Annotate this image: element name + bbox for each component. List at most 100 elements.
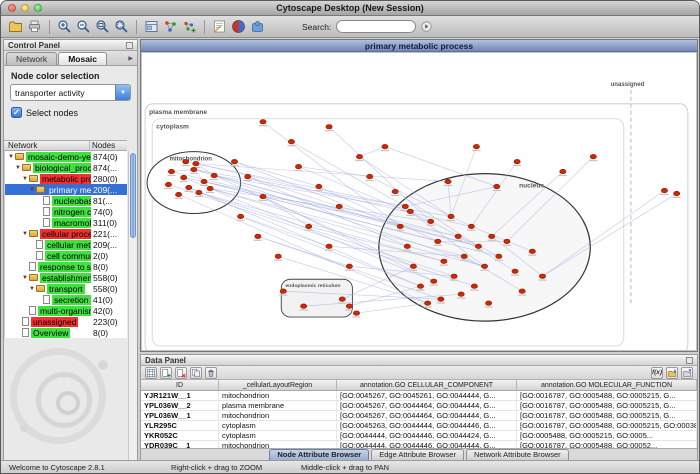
- network-node[interactable]: [458, 292, 464, 297]
- network-node[interactable]: [424, 301, 430, 306]
- network-node[interactable]: [514, 159, 520, 164]
- network-node[interactable]: [336, 204, 342, 209]
- tree-expander-icon[interactable]: ▼: [7, 154, 15, 160]
- network-node[interactable]: [231, 159, 237, 164]
- network-node[interactable]: [448, 214, 454, 219]
- network-node[interactable]: [260, 194, 266, 199]
- network-node[interactable]: [326, 244, 332, 249]
- network-node[interactable]: [539, 274, 545, 279]
- table-row[interactable]: YKR052Ccytoplasm[GO:0044444, GO:0044446,…: [141, 431, 697, 441]
- tree-scrollbar[interactable]: [128, 151, 137, 460]
- network-node[interactable]: [165, 182, 171, 187]
- network-node[interactable]: [346, 304, 352, 309]
- tree-expander-icon[interactable]: ▼: [21, 231, 29, 237]
- network-node[interactable]: [367, 174, 373, 179]
- window-titlebar[interactable]: Cytoscape Desktop (New Session): [1, 1, 699, 16]
- zoom-selected-button[interactable]: [94, 18, 111, 35]
- network-node[interactable]: [494, 184, 500, 189]
- network-node[interactable]: [445, 179, 451, 184]
- network-node[interactable]: [428, 219, 434, 224]
- new-view-button[interactable]: [181, 18, 198, 35]
- network-node[interactable]: [191, 167, 197, 172]
- network-node[interactable]: [404, 244, 410, 249]
- tab-network-attribute-browser[interactable]: Network Attribute Browser: [466, 449, 569, 460]
- network-node[interactable]: [519, 289, 525, 294]
- network-node[interactable]: [468, 224, 474, 229]
- delete-attribute-button[interactable]: [175, 367, 187, 379]
- network-node[interactable]: [183, 159, 189, 164]
- table-row[interactable]: YPL036W__2plasma membrane[GO:0045267, GO…: [141, 401, 697, 411]
- table-row[interactable]: YPL036W__1mitochondrion[GO:0045267, GO:0…: [141, 411, 697, 421]
- table-row[interactable]: YLR295Ccytoplasm[GO:0045263, GO:0044444,…: [141, 421, 697, 431]
- search-go-button[interactable]: [418, 18, 435, 35]
- tree-row[interactable]: response to stimul...8(0): [5, 261, 127, 272]
- tree-row[interactable]: nitrogen compo...74(0): [5, 206, 127, 217]
- network-node[interactable]: [186, 185, 192, 190]
- close-window-button[interactable]: [8, 4, 16, 12]
- network-node[interactable]: [402, 204, 408, 209]
- network-node[interactable]: [356, 154, 362, 159]
- network-node[interactable]: [382, 144, 388, 149]
- table-row[interactable]: YDR039C__1mitochondrion[GO:0044444, GO:0…: [141, 441, 697, 448]
- network-node[interactable]: [674, 191, 680, 196]
- tree-row[interactable]: ▼transport558(0): [5, 283, 127, 294]
- tree-row[interactable]: ▼biological_process874(...: [5, 162, 127, 173]
- tree-expander-icon[interactable]: ▼: [21, 275, 29, 281]
- network-node[interactable]: [455, 234, 461, 239]
- tree-expander-icon[interactable]: ▼: [28, 286, 36, 292]
- network-canvas[interactable]: plasma membranecytoplasmunassignedmitoch…: [141, 52, 697, 351]
- network-node[interactable]: [260, 119, 266, 124]
- float-panel-button[interactable]: [686, 357, 693, 364]
- column-header[interactable]: annotation.GO MOLECULAR_FUNCTION: [517, 380, 697, 390]
- network-node[interactable]: [590, 154, 596, 159]
- function-builder-button[interactable]: f(x): [651, 367, 663, 379]
- zoom-window-button[interactable]: [34, 4, 42, 12]
- network-node[interactable]: [407, 209, 413, 214]
- network-node[interactable]: [181, 175, 187, 180]
- trash-button[interactable]: [205, 367, 217, 379]
- network-node[interactable]: [280, 289, 286, 294]
- network-node[interactable]: [471, 284, 477, 289]
- tree-row[interactable]: nucleobase...81(...: [5, 195, 127, 206]
- tree-scrollbar-thumb[interactable]: [130, 153, 136, 238]
- annotation-button[interactable]: [211, 18, 228, 35]
- network-node[interactable]: [339, 297, 345, 302]
- network-node[interactable]: [193, 161, 199, 166]
- network-node[interactable]: [295, 164, 301, 169]
- vizmapper-button[interactable]: [230, 18, 247, 35]
- select-attributes-button[interactable]: [145, 367, 157, 379]
- network-node[interactable]: [211, 173, 217, 178]
- column-header[interactable]: _cellularLayoutRegion: [219, 380, 337, 390]
- zoom-fit-button[interactable]: [113, 18, 130, 35]
- node-color-dropdown[interactable]: transporter activity ▼: [10, 84, 131, 101]
- tree-row[interactable]: ▼establishment of lo...558(0): [5, 272, 127, 283]
- network-node[interactable]: [196, 190, 202, 195]
- network-node[interactable]: [560, 169, 566, 174]
- tab-network[interactable]: Network: [6, 52, 57, 65]
- print-button[interactable]: [26, 18, 43, 35]
- import-table-button[interactable]: [666, 367, 678, 379]
- tree-row[interactable]: multi-organism pro...42(0): [5, 305, 127, 316]
- network-node[interactable]: [451, 274, 457, 279]
- network-node[interactable]: [392, 189, 398, 194]
- tab-node-attribute-browser[interactable]: Node Attribute Browser: [269, 449, 369, 460]
- network-node[interactable]: [275, 254, 281, 259]
- tab-mosaic[interactable]: Mosaic: [58, 52, 107, 65]
- network-node[interactable]: [237, 214, 243, 219]
- minimize-window-button[interactable]: [21, 4, 29, 12]
- network-node[interactable]: [288, 139, 294, 144]
- export-table-button[interactable]: [681, 367, 693, 379]
- tree-row[interactable]: Overview8(0): [5, 327, 127, 338]
- open-session-button[interactable]: [7, 18, 24, 35]
- column-header[interactable]: annotation.GO CELLULAR_COMPONENT: [337, 380, 517, 390]
- search-input[interactable]: [336, 20, 416, 33]
- tree-expander-icon[interactable]: ▼: [14, 165, 22, 171]
- network-node[interactable]: [512, 269, 518, 274]
- network-node[interactable]: [481, 264, 487, 269]
- tree-row[interactable]: ▼cellular process221(...: [5, 228, 127, 239]
- network-node[interactable]: [475, 244, 481, 249]
- zoom-in-button[interactable]: [56, 18, 73, 35]
- network-node[interactable]: [529, 249, 535, 254]
- column-header[interactable]: ID: [141, 380, 219, 390]
- network-node[interactable]: [168, 169, 174, 174]
